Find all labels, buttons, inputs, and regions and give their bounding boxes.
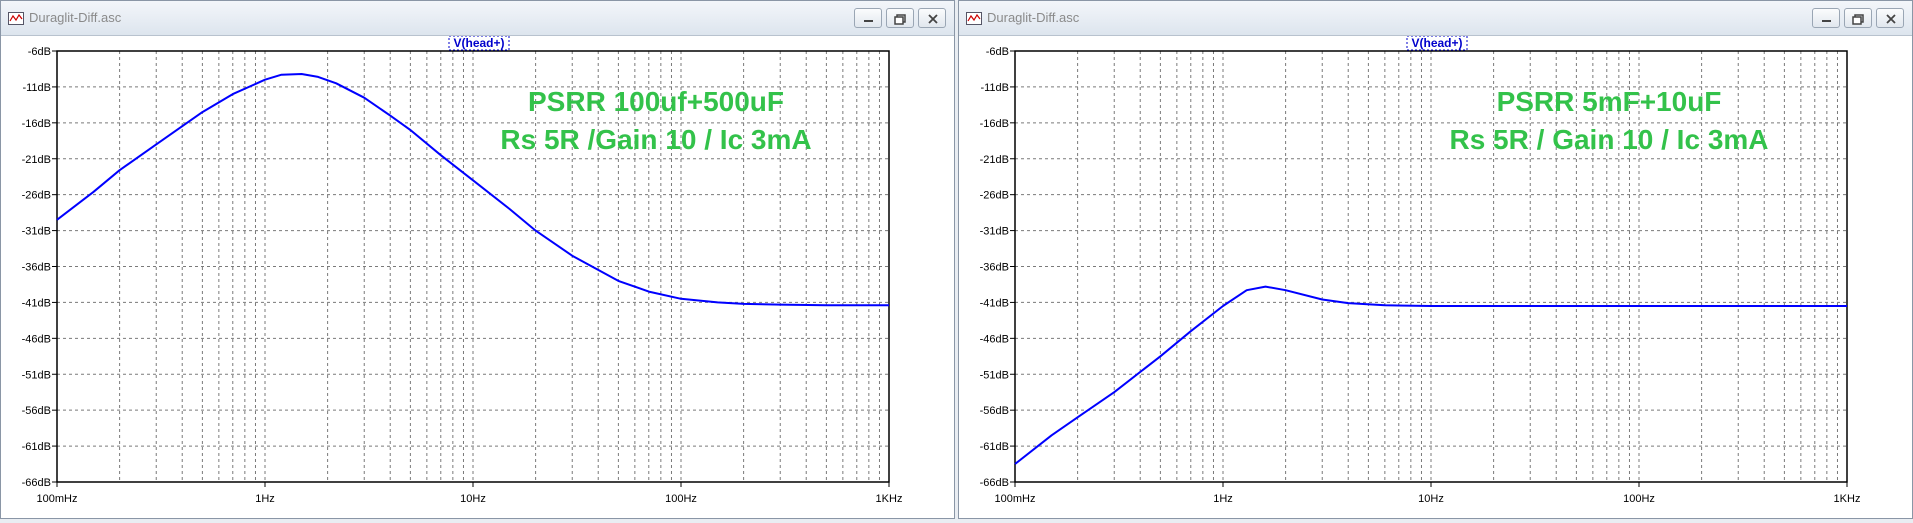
- y-tick-label: -31dB: [980, 226, 1009, 238]
- y-tick-label: -41dB: [22, 297, 51, 309]
- trace-label: V(head+): [1411, 36, 1462, 50]
- minimize-icon: [1822, 20, 1831, 22]
- minimize-button[interactable]: [854, 8, 882, 28]
- close-button[interactable]: [918, 8, 946, 28]
- window-title: Duraglit-Diff.asc: [29, 10, 122, 25]
- y-tick-label: -56dB: [980, 405, 1009, 417]
- plot-area[interactable]: -6dB -11dB -16dB -21dB -26dB -31dB -36dB -41dB -…: [959, 35, 1912, 518]
- close-icon: [928, 14, 938, 24]
- y-tick-label: -46dB: [980, 333, 1009, 345]
- restore-icon: [894, 14, 906, 25]
- y-tick-label: -51dB: [22, 369, 51, 381]
- plot-window-left[interactable]: Duraglit-Diff.asc -6dB -11dB -16dB -21dB -26…: [0, 0, 955, 519]
- waveform-app-icon: [966, 12, 982, 25]
- x-tick-label: 100Hz: [1623, 493, 1655, 505]
- waveform-app-icon: [8, 12, 24, 25]
- minimize-icon: [864, 20, 873, 22]
- y-tick-label: -46dB: [22, 333, 51, 345]
- y-tick-label: -6dB: [986, 46, 1009, 58]
- x-tick-label: 10Hz: [460, 493, 486, 505]
- annotation-text: Rs 5R /Gain 10 / Ic 3mA: [500, 124, 811, 155]
- y-tick-label: -21dB: [22, 154, 51, 166]
- y-tick-label: -21dB: [980, 154, 1009, 166]
- frequency-response-chart[interactable]: -6dB -11dB -16dB -21dB -26dB -31dB -36dB -41dB -…: [1, 35, 954, 518]
- maximize-button[interactable]: [1844, 8, 1872, 28]
- title-bar[interactable]: Duraglit-Diff.asc: [1, 1, 954, 36]
- y-tick-label: -41dB: [980, 297, 1009, 309]
- y-tick-label: -31dB: [22, 226, 51, 238]
- frequency-response-chart[interactable]: -6dB -11dB -16dB -21dB -26dB -31dB -36dB -41dB -…: [959, 35, 1912, 518]
- x-tick-label: 100mHz: [37, 493, 78, 505]
- close-icon: [1886, 14, 1896, 24]
- annotation-text: Rs 5R / Gain 10 / Ic 3mA: [1449, 124, 1768, 155]
- y-tick-label: -36dB: [22, 262, 51, 274]
- y-tick-label: -36dB: [980, 262, 1009, 274]
- plot-window-right[interactable]: Duraglit-Diff.asc -6dB -11dB -16dB -21dB -26…: [958, 0, 1913, 519]
- x-tick-label: 1KHz: [1834, 493, 1861, 505]
- y-tick-label: -6dB: [28, 46, 51, 58]
- x-tick-label: 100Hz: [665, 493, 697, 505]
- title-bar[interactable]: Duraglit-Diff.asc: [959, 1, 1912, 36]
- y-tick-label: -66dB: [980, 477, 1009, 489]
- maximize-button[interactable]: [886, 8, 914, 28]
- x-tick-label: 10Hz: [1418, 493, 1444, 505]
- x-tick-label: 1Hz: [255, 493, 275, 505]
- y-tick-label: -11dB: [22, 82, 51, 94]
- x-tick-label: 1Hz: [1213, 493, 1233, 505]
- plot-area[interactable]: -6dB -11dB -16dB -21dB -26dB -31dB -36dB -41dB -…: [1, 35, 954, 518]
- window-title: Duraglit-Diff.asc: [987, 10, 1080, 25]
- annotation-text: PSRR 5mF+10uF: [1497, 86, 1722, 117]
- annotation-text: PSRR 100uf+500uF: [528, 86, 784, 117]
- x-tick-label: 100mHz: [995, 493, 1036, 505]
- y-tick-label: -61dB: [980, 441, 1009, 453]
- minimize-button[interactable]: [1812, 8, 1840, 28]
- y-tick-label: -26dB: [980, 190, 1009, 202]
- y-tick-label: -56dB: [22, 405, 51, 417]
- trace-label: V(head+): [453, 36, 504, 50]
- y-tick-label: -66dB: [22, 477, 51, 489]
- close-button[interactable]: [1876, 8, 1904, 28]
- y-tick-label: -16dB: [980, 118, 1009, 130]
- y-tick-label: -26dB: [22, 190, 51, 202]
- y-tick-label: -61dB: [22, 441, 51, 453]
- y-tick-label: -16dB: [22, 118, 51, 130]
- restore-icon: [1852, 14, 1864, 25]
- x-tick-label: 1KHz: [876, 493, 903, 505]
- y-tick-label: -11dB: [980, 82, 1009, 94]
- y-tick-label: -51dB: [980, 369, 1009, 381]
